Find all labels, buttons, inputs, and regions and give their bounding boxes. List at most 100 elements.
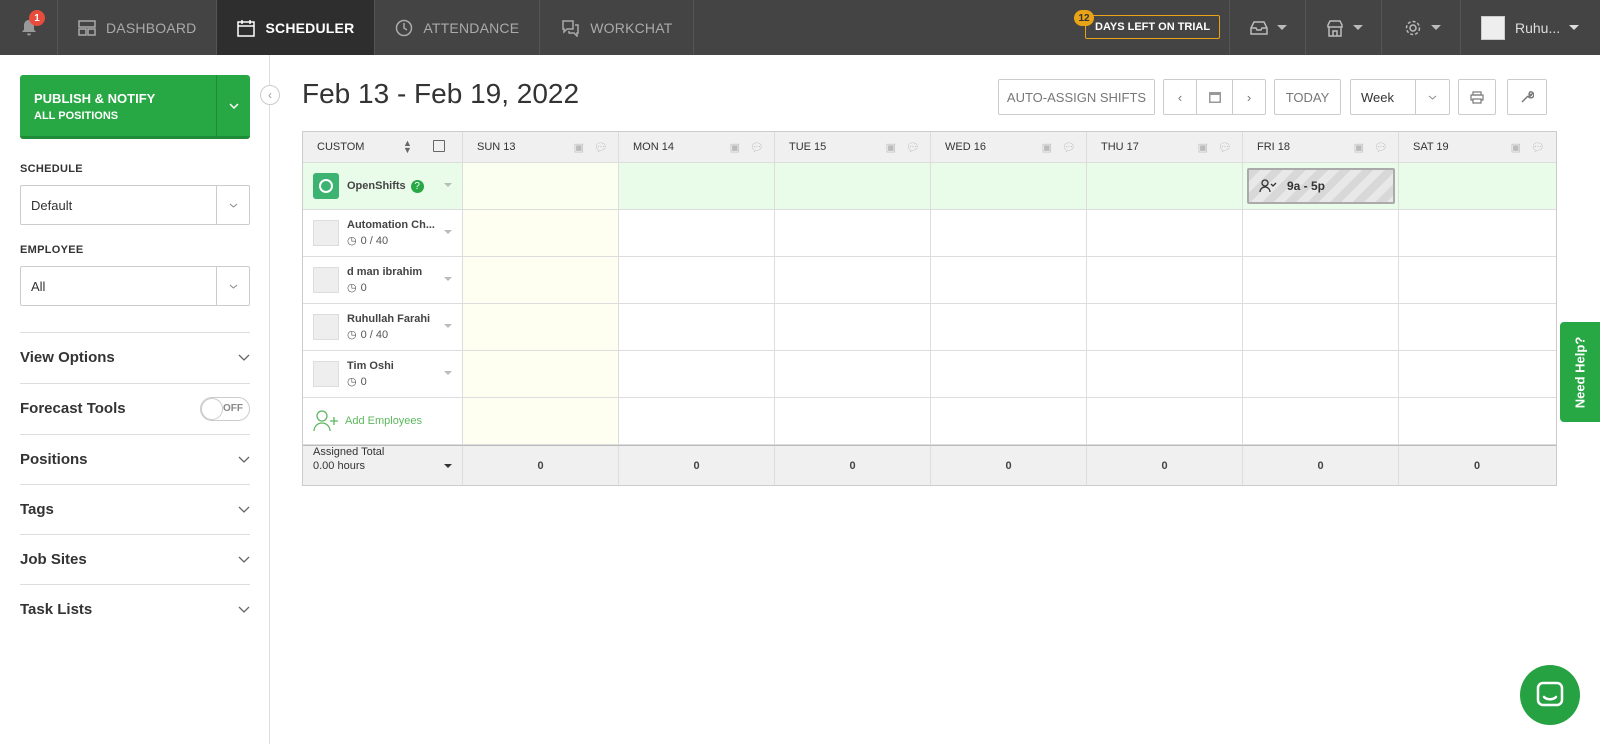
open-shifts-cell[interactable]: OpenShifts ? xyxy=(303,163,463,209)
help-icon[interactable]: ? xyxy=(410,179,424,193)
day-cell[interactable] xyxy=(1243,210,1399,256)
day-cell[interactable] xyxy=(775,210,931,256)
day-cell[interactable] xyxy=(463,304,619,350)
today-button[interactable]: TODAY xyxy=(1274,79,1341,115)
day-cell[interactable] xyxy=(931,257,1087,303)
section-view-options[interactable]: View Options xyxy=(20,332,250,382)
day-cell[interactable] xyxy=(463,163,619,209)
clipboard-icon[interactable]: ▣ xyxy=(1198,141,1208,154)
day-cell[interactable] xyxy=(1087,304,1243,350)
publish-main[interactable]: PUBLISH & NOTIFY ALL POSITIONS xyxy=(20,75,216,136)
employee-cell[interactable]: Automation Ch... ◷ 0 / 40 xyxy=(303,210,463,256)
tools-button[interactable] xyxy=(1507,79,1547,115)
day-cell[interactable] xyxy=(931,163,1087,209)
employee-cell[interactable]: Tim Oshi ◷ 0 xyxy=(303,351,463,397)
next-week-button[interactable]: › xyxy=(1232,79,1266,115)
day-cell[interactable] xyxy=(1399,210,1555,256)
publish-notify-button[interactable]: PUBLISH & NOTIFY ALL POSITIONS xyxy=(20,75,250,139)
prev-week-button[interactable]: ‹ xyxy=(1163,79,1197,115)
collapse-sidebar-button[interactable]: ‹ xyxy=(260,85,280,105)
chevron-down-icon[interactable] xyxy=(444,277,452,281)
chevron-down-icon[interactable] xyxy=(444,324,452,328)
chevron-down-icon[interactable] xyxy=(444,183,452,187)
section-task-lists[interactable]: Task Lists xyxy=(20,584,250,634)
day-cell[interactable] xyxy=(1087,398,1243,444)
notifications-button[interactable]: 1 xyxy=(0,0,58,55)
settings-menu[interactable] xyxy=(1381,0,1460,55)
day-cell[interactable] xyxy=(775,351,931,397)
auto-assign-button[interactable]: AUTO-ASSIGN SHIFTS xyxy=(998,79,1155,115)
day-cell[interactable] xyxy=(931,398,1087,444)
employee-select[interactable]: All xyxy=(20,266,250,306)
day-cell[interactable] xyxy=(1243,304,1399,350)
comment-icon[interactable]: 💬︎ xyxy=(594,141,608,154)
clipboard-icon[interactable]: ▣ xyxy=(730,141,740,154)
day-cell[interactable] xyxy=(1087,210,1243,256)
open-shift-block[interactable]: 9a - 5p xyxy=(1247,168,1395,204)
comment-icon[interactable]: 💬︎ xyxy=(1218,141,1232,154)
day-cell[interactable] xyxy=(775,304,931,350)
clipboard-icon[interactable]: ▣ xyxy=(1354,141,1364,154)
day-cell[interactable] xyxy=(1399,398,1555,444)
day-cell[interactable] xyxy=(463,257,619,303)
select-all-icon[interactable] xyxy=(433,140,445,152)
chevron-down-icon[interactable] xyxy=(444,230,452,234)
day-cell[interactable] xyxy=(1087,257,1243,303)
forecast-toggle[interactable]: OFF xyxy=(200,396,250,421)
day-cell[interactable] xyxy=(1399,351,1555,397)
day-cell[interactable] xyxy=(775,163,931,209)
day-cell[interactable] xyxy=(1399,163,1555,209)
day-cell[interactable] xyxy=(1399,304,1555,350)
employee-cell[interactable]: Ruhullah Farahi ◷ 0 / 40 xyxy=(303,304,463,350)
tab-dashboard[interactable]: DASHBOARD xyxy=(58,0,218,55)
comment-icon[interactable]: 💬︎ xyxy=(1062,141,1076,154)
tab-workchat[interactable]: WORKCHAT xyxy=(540,0,694,55)
section-tags[interactable]: Tags xyxy=(20,484,250,534)
date-picker-button[interactable] xyxy=(1196,79,1233,115)
day-cell[interactable] xyxy=(1243,398,1399,444)
day-cell[interactable] xyxy=(1243,257,1399,303)
day-cell[interactable] xyxy=(463,210,619,256)
day-cell[interactable] xyxy=(619,398,775,444)
totals-select[interactable]: Assigned Total 0.00 hours xyxy=(303,446,463,485)
chevron-down-icon[interactable] xyxy=(444,371,452,375)
store-menu[interactable] xyxy=(1305,0,1381,55)
comment-icon[interactable]: 💬︎ xyxy=(1531,141,1545,154)
schedule-select[interactable]: Default xyxy=(20,185,250,225)
inbox-menu[interactable] xyxy=(1229,0,1305,55)
clipboard-icon[interactable]: ▣ xyxy=(886,141,896,154)
view-select[interactable]: Week xyxy=(1350,79,1450,115)
clipboard-icon[interactable]: ▣ xyxy=(574,141,584,154)
section-positions[interactable]: Positions xyxy=(20,434,250,484)
day-cell[interactable] xyxy=(619,304,775,350)
day-cell[interactable] xyxy=(619,257,775,303)
day-cell[interactable]: 9a - 5p xyxy=(1243,163,1399,209)
comment-icon[interactable]: 💬︎ xyxy=(750,141,764,154)
day-cell[interactable] xyxy=(1087,351,1243,397)
day-cell[interactable] xyxy=(931,351,1087,397)
need-help-tab[interactable]: Need Help? xyxy=(1560,322,1600,422)
sort-select[interactable]: CUSTOM ▲ ▼ xyxy=(303,132,463,162)
section-job-sites[interactable]: Job Sites xyxy=(20,534,250,584)
day-cell[interactable] xyxy=(775,257,931,303)
print-button[interactable] xyxy=(1458,79,1496,115)
day-cell[interactable] xyxy=(463,398,619,444)
clipboard-icon[interactable]: ▣ xyxy=(1511,141,1521,154)
day-cell[interactable] xyxy=(1087,163,1243,209)
day-cell[interactable] xyxy=(1399,257,1555,303)
day-cell[interactable] xyxy=(619,163,775,209)
day-cell[interactable] xyxy=(931,210,1087,256)
chat-launcher-button[interactable] xyxy=(1520,665,1580,725)
add-employees-button[interactable]: Add Employees xyxy=(303,398,463,444)
day-cell[interactable] xyxy=(1243,351,1399,397)
day-cell[interactable] xyxy=(619,210,775,256)
trial-button[interactable]: 12 DAYS LEFT ON TRIAL xyxy=(1074,10,1221,39)
day-cell[interactable] xyxy=(463,351,619,397)
user-menu[interactable]: Ruhu... xyxy=(1460,0,1600,55)
comment-icon[interactable]: 💬︎ xyxy=(906,141,920,154)
day-cell[interactable] xyxy=(775,398,931,444)
day-cell[interactable] xyxy=(619,351,775,397)
publish-dropdown[interactable] xyxy=(216,75,250,136)
tab-scheduler[interactable]: SCHEDULER xyxy=(217,0,376,55)
comment-icon[interactable]: 💬︎ xyxy=(1374,141,1388,154)
